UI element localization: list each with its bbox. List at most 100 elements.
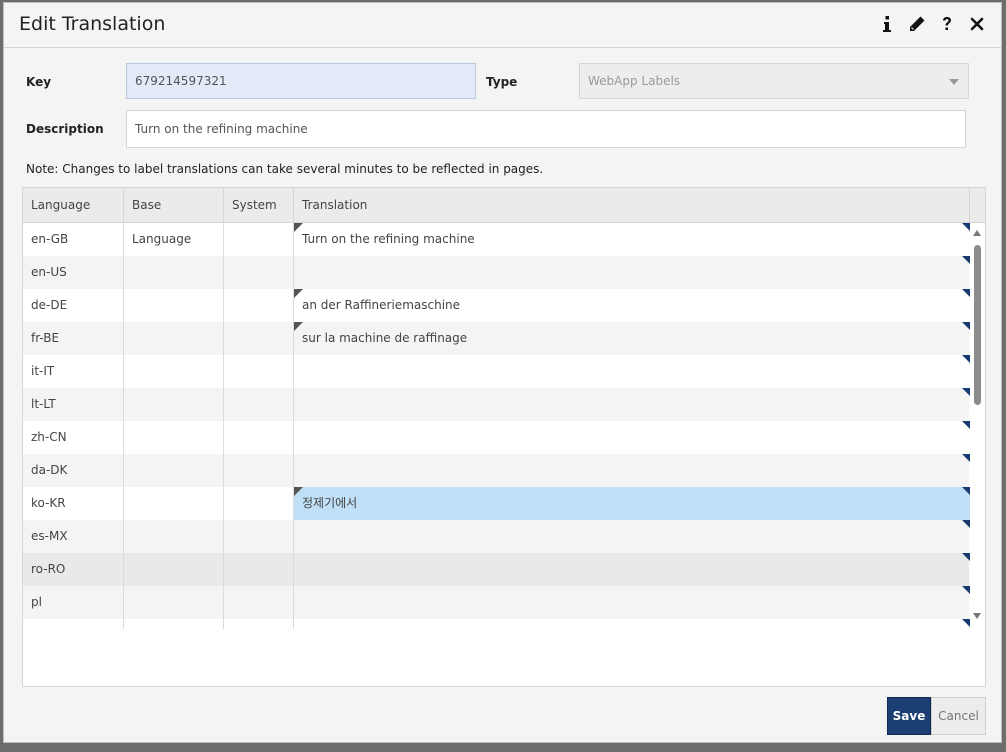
edit-translation-dialog: Edit Translation Key 679214597321 Type W…	[3, 2, 1002, 743]
translation-cell[interactable]	[294, 421, 970, 454]
key-label: Key	[26, 75, 52, 89]
base-language-cell[interactable]	[124, 586, 224, 619]
translation-cell[interactable]	[294, 388, 970, 421]
translation-cell[interactable]	[294, 454, 970, 487]
translation-grid: Language Base Language System Translatio…	[22, 187, 986, 687]
save-button[interactable]: Save	[887, 697, 931, 735]
base-language-cell[interactable]	[124, 256, 224, 289]
dialog-title: Edit Translation	[19, 13, 166, 35]
language-cell: en-US	[23, 256, 124, 289]
language-cell: da-DK	[23, 454, 124, 487]
cell-corner-marker	[962, 223, 970, 231]
translation-cell[interactable]: sur la machine de raffinage	[294, 322, 970, 355]
cell-corner-marker	[962, 553, 970, 561]
base-language-cell[interactable]	[124, 355, 224, 388]
type-select[interactable]: WebApp Labels	[579, 63, 969, 99]
translation-cell	[294, 619, 970, 629]
system-cell[interactable]	[224, 487, 294, 520]
translation-cell[interactable]	[294, 355, 970, 388]
cell-corner-marker	[962, 322, 970, 330]
description-field[interactable]: Turn on the refining machine	[126, 110, 966, 148]
system-cell[interactable]	[224, 586, 294, 619]
system-cell[interactable]	[224, 256, 294, 289]
info-icon[interactable]	[877, 13, 897, 35]
system-cell[interactable]	[224, 223, 294, 256]
cell-corner-marker	[962, 355, 970, 363]
base-language-cell[interactable]	[124, 553, 224, 586]
translation-text: 정제기에서	[302, 496, 358, 510]
translation-text: an der Raffineriemaschine	[302, 298, 461, 312]
grid-vertical-scrollbar[interactable]	[970, 223, 985, 623]
system-cell[interactable]	[224, 454, 294, 487]
column-header-system[interactable]: System	[224, 188, 294, 222]
translation-cell[interactable]	[294, 520, 970, 553]
language-cell: lt-LT	[23, 388, 124, 421]
column-header-translation[interactable]: Translation	[294, 188, 970, 222]
language-cell: zh-CN	[23, 421, 124, 454]
base-language-cell[interactable]	[124, 454, 224, 487]
table-row-partial	[23, 619, 970, 629]
system-cell[interactable]	[224, 421, 294, 454]
table-row[interactable]: zh-CN	[23, 421, 970, 454]
system-cell[interactable]	[224, 553, 294, 586]
translation-cell-selected[interactable]: 정제기에서	[294, 487, 970, 520]
table-row[interactable]: ro-RO	[23, 553, 970, 586]
cell-corner-marker	[962, 487, 970, 495]
language-cell: de-DE	[23, 289, 124, 322]
translation-cell[interactable]: Turn on the refining machine	[294, 223, 970, 256]
table-row[interactable]: en-GB Turn on the refining machine	[23, 223, 970, 256]
system-cell[interactable]	[224, 520, 294, 553]
type-label: Type	[486, 75, 518, 89]
grid-header: Language Base Language System Translatio…	[23, 188, 985, 246]
translation-text: sur la machine de raffinage	[302, 331, 468, 345]
modified-marker	[294, 322, 303, 331]
language-cell: en-GB	[23, 223, 124, 256]
base-language-cell[interactable]	[124, 421, 224, 454]
table-row[interactable]: es-MX	[23, 520, 970, 553]
table-row[interactable]: ko-KR 정제기에서	[23, 487, 970, 520]
cell-corner-marker	[962, 421, 970, 429]
language-cell: ko-KR	[23, 487, 124, 520]
translation-text: Turn on the refining machine	[302, 232, 475, 246]
language-cell	[23, 619, 124, 629]
type-select-value: WebApp Labels	[588, 74, 681, 88]
pencil-icon[interactable]	[907, 13, 927, 35]
base-language-cell[interactable]	[124, 322, 224, 355]
table-row[interactable]: de-DE an der Raffineriemaschine	[23, 289, 970, 322]
base-language-cell[interactable]	[124, 289, 224, 322]
scroll-up-icon[interactable]	[973, 230, 981, 236]
language-cell: it-IT	[23, 355, 124, 388]
system-cell[interactable]	[224, 322, 294, 355]
key-field[interactable]: 679214597321	[126, 63, 476, 99]
close-icon[interactable]	[967, 13, 987, 35]
system-cell[interactable]	[224, 289, 294, 322]
column-header-language[interactable]: Language	[23, 188, 124, 222]
description-label: Description	[26, 122, 104, 136]
system-cell[interactable]	[224, 388, 294, 421]
table-row[interactable]: pl	[23, 586, 970, 619]
scroll-down-icon[interactable]	[973, 613, 981, 619]
cell-corner-marker	[962, 520, 970, 528]
table-row[interactable]: lt-LT	[23, 388, 970, 421]
base-language-cell[interactable]	[124, 223, 224, 256]
language-cell: fr-BE	[23, 322, 124, 355]
cell-corner-marker	[962, 388, 970, 396]
cell-corner-marker	[962, 289, 970, 297]
help-icon[interactable]	[937, 13, 957, 35]
column-header-base-language[interactable]: Base Language	[124, 188, 224, 246]
base-language-cell[interactable]	[124, 487, 224, 520]
base-language-cell[interactable]	[124, 520, 224, 553]
system-cell[interactable]	[224, 355, 294, 388]
modified-marker	[294, 289, 303, 298]
translation-cell[interactable]	[294, 586, 970, 619]
table-row[interactable]: en-US	[23, 256, 970, 289]
translation-cell[interactable]: an der Raffineriemaschine	[294, 289, 970, 322]
cancel-button[interactable]: Cancel	[931, 697, 986, 735]
translation-cell[interactable]	[294, 553, 970, 586]
table-row[interactable]: it-IT	[23, 355, 970, 388]
table-row[interactable]: fr-BE sur la machine de raffinage	[23, 322, 970, 355]
table-row[interactable]: da-DK	[23, 454, 970, 487]
base-language-cell[interactable]	[124, 388, 224, 421]
scrollbar-thumb[interactable]	[974, 245, 981, 405]
translation-cell[interactable]	[294, 256, 970, 289]
